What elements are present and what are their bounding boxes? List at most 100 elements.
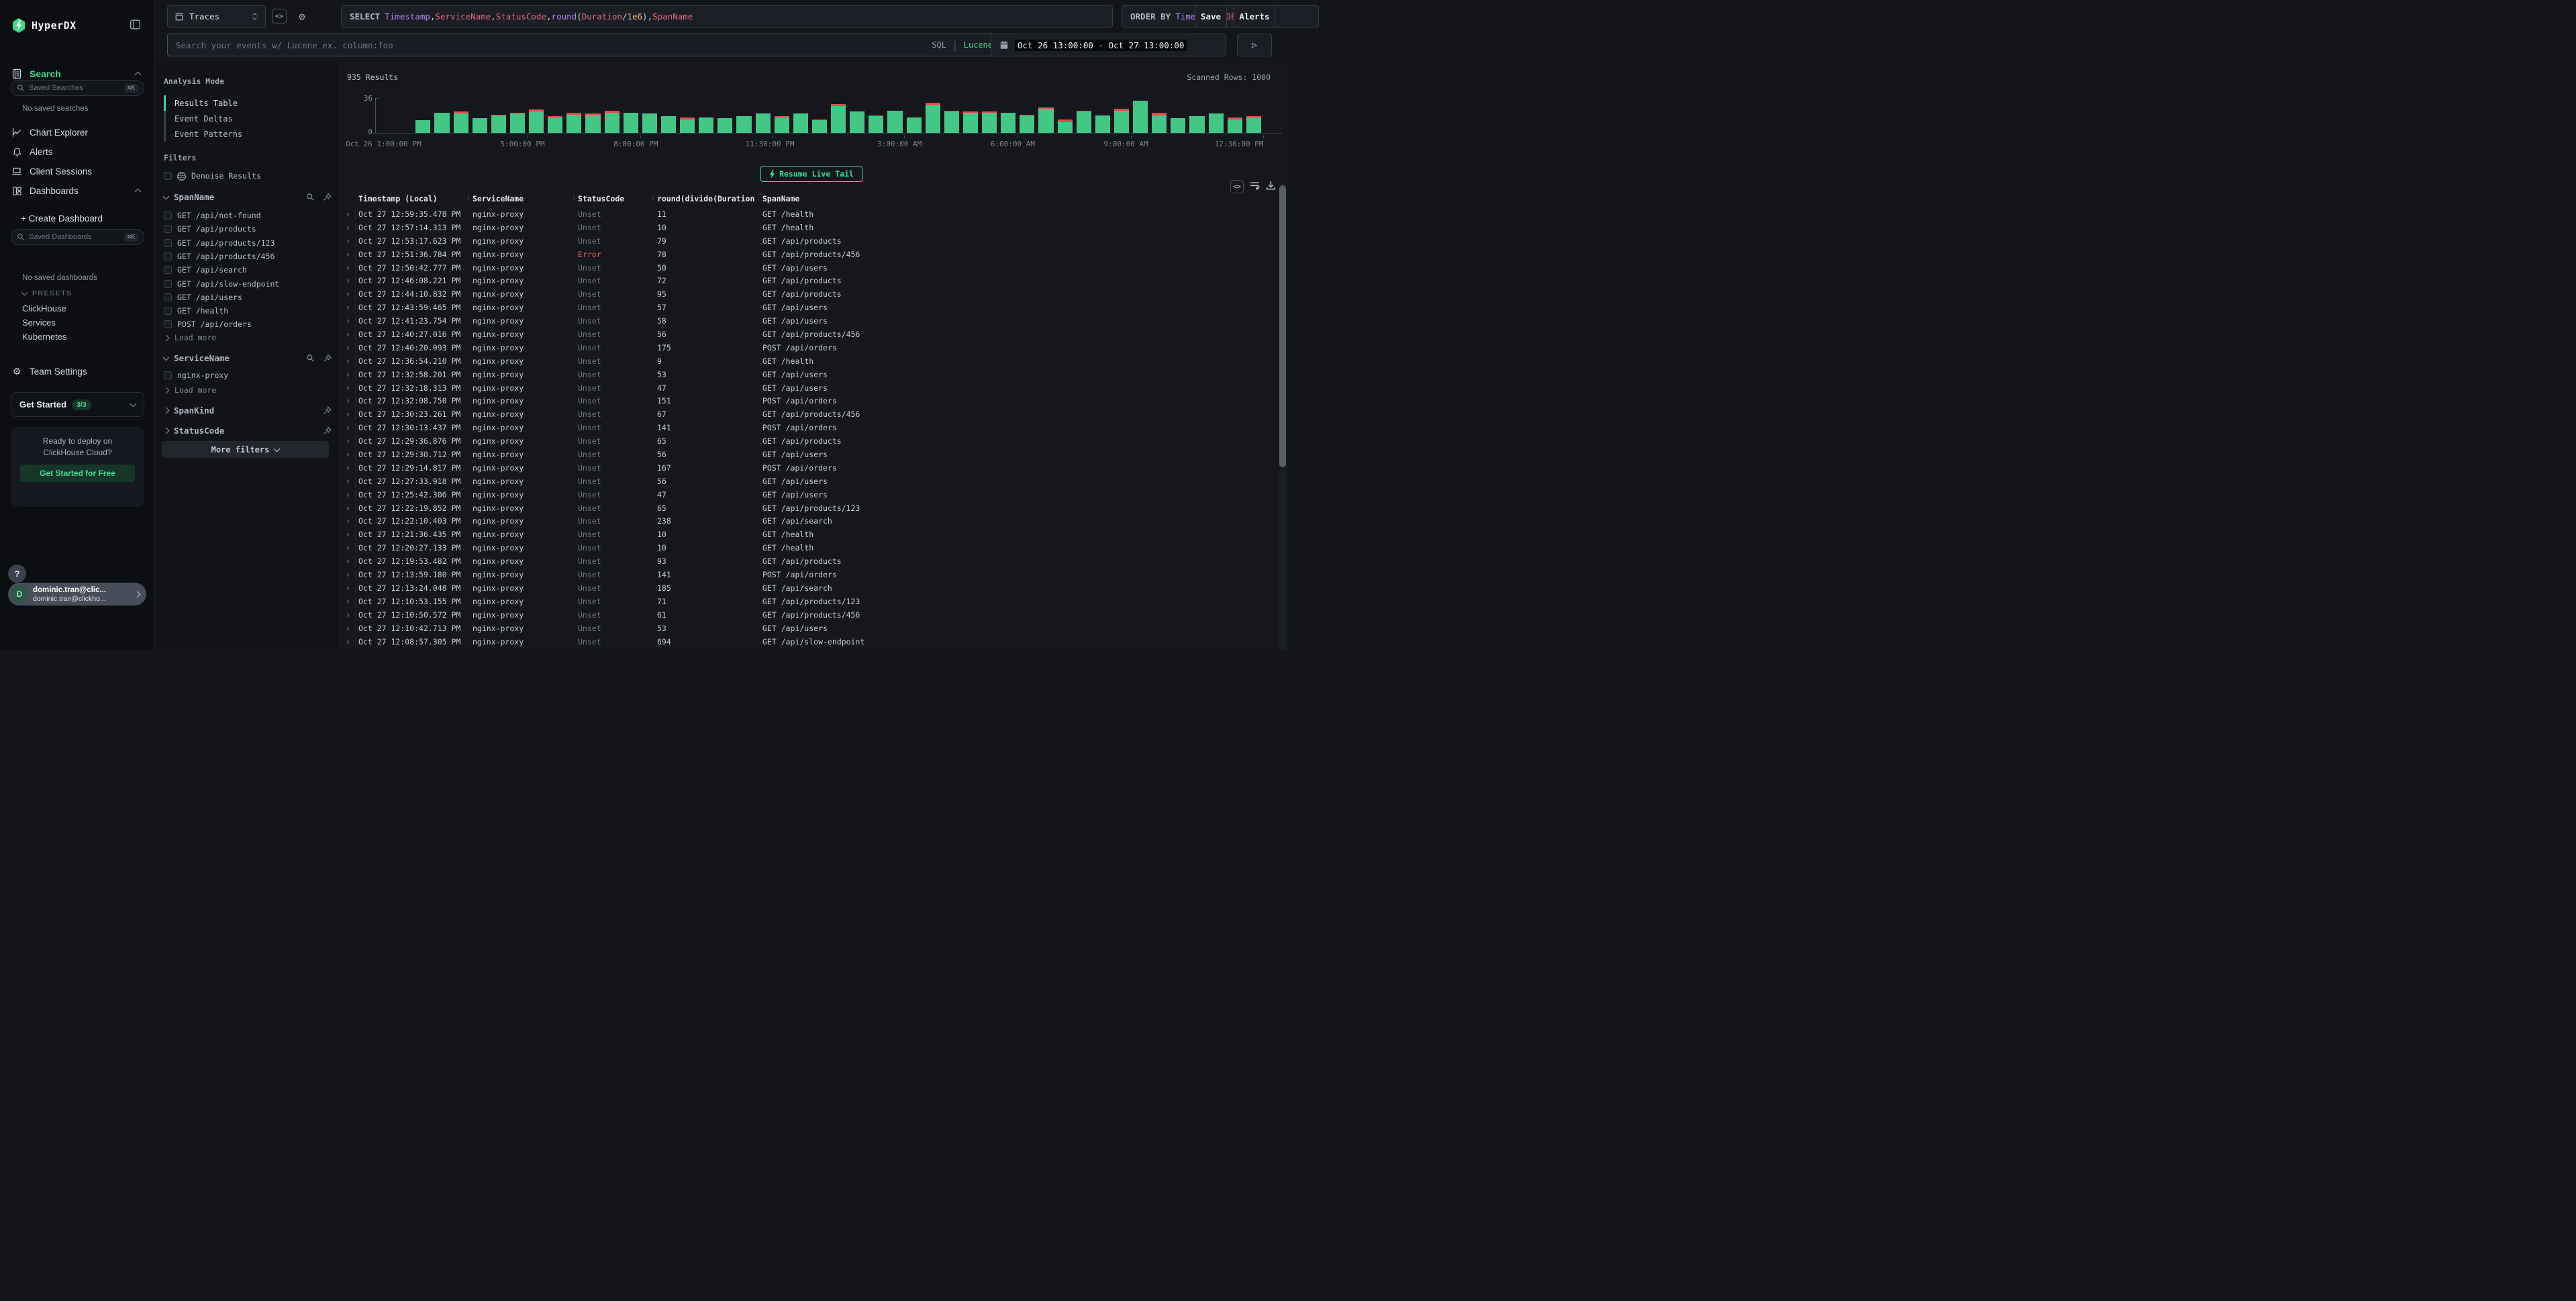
table-row[interactable]: ›Oct 27 12:13:24.048 PMnginx-proxyUnset1… xyxy=(340,582,1288,595)
table-row[interactable]: ›Oct 27 12:30:23.261 PMnginx-proxyUnset6… xyxy=(340,408,1288,422)
filter-group-spanname[interactable]: SpanName xyxy=(164,192,332,202)
row-expand-icon[interactable]: › xyxy=(346,583,350,593)
filter-option-get-api-slow-endpoint[interactable]: GET /api/slow-endpoint xyxy=(164,279,279,289)
gear-icon[interactable]: ⚙ xyxy=(295,9,309,23)
filter-group-spankind[interactable]: SpanKind xyxy=(164,405,332,416)
mode-results-table[interactable]: Results Table xyxy=(164,95,298,111)
table-row[interactable]: ›Oct 27 12:08:57.305 PMnginx-proxyUnset6… xyxy=(340,636,1288,649)
mode-event-deltas[interactable]: Event Deltas xyxy=(164,111,298,126)
wrap-lines-icon[interactable] xyxy=(1249,180,1260,191)
row-expand-icon[interactable]: › xyxy=(346,276,350,285)
filter-option-get-api-products-123[interactable]: GET /api/products/123 xyxy=(164,238,275,248)
table-row[interactable]: ›Oct 27 12:21:36.435 PMnginx-proxyUnset1… xyxy=(340,528,1288,542)
scrollbar-thumb[interactable] xyxy=(1279,185,1286,467)
table-row[interactable]: ›Oct 27 12:53:17.623 PMnginx-proxyUnset7… xyxy=(340,235,1288,248)
code-view-toggle-icon[interactable]: <> xyxy=(272,9,287,23)
row-expand-icon[interactable]: › xyxy=(346,303,350,312)
filter-group-servicename[interactable]: ServiceName xyxy=(164,353,332,363)
saved-dashboards-input[interactable]: Saved Dashboards ⌘K xyxy=(11,229,144,245)
table-row[interactable]: ›Oct 27 12:19:53.482 PMnginx-proxyUnset9… xyxy=(340,555,1288,569)
row-expand-icon[interactable]: › xyxy=(346,236,350,246)
table-row[interactable]: ›Oct 27 12:32:18.313 PMnginx-proxyUnset4… xyxy=(340,382,1288,395)
row-expand-icon[interactable]: › xyxy=(346,409,350,419)
table-row[interactable]: ›Oct 27 12:10:42.713 PMnginx-proxyUnset5… xyxy=(340,622,1288,636)
language-toggle-sql[interactable]: SQL xyxy=(932,40,946,50)
filter-group-statuscode[interactable]: StatusCode xyxy=(164,426,332,436)
row-expand-icon[interactable]: › xyxy=(346,543,350,552)
row-expand-icon[interactable]: › xyxy=(346,597,350,606)
time-range-picker[interactable]: Oct 26 13:00:00 - Oct 27 13:00:00 xyxy=(991,34,1226,56)
sidebar-item-alerts[interactable]: Alerts xyxy=(0,142,155,161)
filter-option-post-api-orders[interactable]: POST /api/orders xyxy=(164,320,252,329)
table-row[interactable]: ›Oct 27 12:43:59.465 PMnginx-proxyUnset5… xyxy=(340,301,1288,315)
table-row[interactable]: ›Oct 27 12:22:19.852 PMnginx-proxyUnset6… xyxy=(340,502,1288,516)
column-header-duration[interactable]: round(divide(Duration, xyxy=(657,194,754,203)
filter-option-get-health[interactable]: GET /health xyxy=(164,306,228,316)
table-row[interactable]: ›Oct 27 12:32:08.750 PMnginx-proxyUnset1… xyxy=(340,395,1288,408)
column-header-spanname[interactable]: SpanName xyxy=(762,194,964,203)
row-expand-icon[interactable]: › xyxy=(346,370,350,379)
row-expand-icon[interactable]: › xyxy=(346,570,350,579)
filter-option-get-api-users[interactable]: GET /api/users xyxy=(164,293,242,302)
row-expand-icon[interactable]: › xyxy=(346,530,350,539)
row-expand-icon[interactable]: › xyxy=(346,450,350,459)
sidebar-item-dashboards[interactable]: Dashboards xyxy=(0,181,155,200)
create-dashboard-button[interactable]: + Create Dashboard xyxy=(0,209,155,228)
row-expand-icon[interactable]: › xyxy=(346,557,350,566)
row-expand-icon[interactable]: › xyxy=(346,383,350,393)
user-menu[interactable]: D dominic.tran@clic... dominic.tran@clic… xyxy=(8,583,146,606)
pin-icon[interactable] xyxy=(323,354,332,363)
table-row[interactable]: ›Oct 27 12:59:35.478 PMnginx-proxyUnset1… xyxy=(340,208,1288,222)
table-row[interactable]: ›Oct 27 12:29:30.712 PMnginx-proxyUnset5… xyxy=(340,448,1288,462)
more-filters-button[interactable]: More filters xyxy=(162,441,329,458)
table-row[interactable]: ›Oct 27 12:22:10.403 PMnginx-proxyUnset2… xyxy=(340,515,1288,528)
row-expand-icon[interactable]: › xyxy=(346,503,350,513)
preset-services[interactable]: Services xyxy=(22,318,56,328)
help-button[interactable]: ? xyxy=(8,565,26,583)
row-expand-icon[interactable]: › xyxy=(346,289,350,299)
filter-option-get-api-products[interactable]: GET /api/products xyxy=(164,224,256,234)
row-expand-icon[interactable]: › xyxy=(346,209,350,219)
results-histogram[interactable]: 36 0 Oct 26 1:00:00 PM5:00:00 PM8:00:00 … xyxy=(340,89,1288,146)
table-row[interactable]: ›Oct 27 12:44:10.832 PMnginx-proxyUnset9… xyxy=(340,288,1288,301)
row-expand-icon[interactable]: › xyxy=(346,223,350,232)
save-button[interactable]: Save xyxy=(1195,5,1227,28)
preset-clickhouse[interactable]: ClickHouse xyxy=(22,303,66,314)
source-select[interactable]: Traces xyxy=(167,5,266,28)
row-expand-icon[interactable]: › xyxy=(346,490,350,499)
download-icon[interactable] xyxy=(1265,180,1277,191)
row-expand-icon[interactable]: › xyxy=(346,477,350,486)
table-row[interactable]: ›Oct 27 12:29:14.817 PMnginx-proxyUnset1… xyxy=(340,462,1288,475)
table-row[interactable]: ›Oct 27 12:50:42.777 PMnginx-proxyUnset5… xyxy=(340,262,1288,275)
table-row[interactable]: ›Oct 27 12:32:58.201 PMnginx-proxyUnset5… xyxy=(340,369,1288,382)
search-icon[interactable] xyxy=(306,193,315,201)
table-row[interactable]: ›Oct 27 12:20:27.133 PMnginx-proxyUnset1… xyxy=(340,542,1288,555)
pin-icon[interactable] xyxy=(323,406,332,415)
row-expand-icon[interactable]: › xyxy=(346,516,350,526)
table-row[interactable]: ›Oct 27 12:40:20.093 PMnginx-proxyUnset1… xyxy=(340,342,1288,355)
column-header-statuscode[interactable]: StatusCode xyxy=(578,194,649,203)
table-row[interactable]: ›Oct 27 12:36:54.210 PMnginx-proxyUnset9… xyxy=(340,355,1288,369)
table-row[interactable]: ›Oct 27 12:25:42.306 PMnginx-proxyUnset4… xyxy=(340,489,1288,502)
saved-searches-input[interactable]: Saved Searches ⌘K xyxy=(11,80,144,96)
filter-option-nginx-proxy[interactable]: nginx-proxy xyxy=(164,371,228,380)
table-row[interactable]: ›Oct 27 12:27:33.918 PMnginx-proxyUnset5… xyxy=(340,475,1288,489)
select-query-input[interactable]: SELECT Timestamp,ServiceName,StatusCode,… xyxy=(341,5,1113,28)
row-expand-icon[interactable]: › xyxy=(346,250,350,259)
row-expand-icon[interactable]: › xyxy=(346,423,350,432)
row-expand-icon[interactable]: › xyxy=(346,624,350,633)
row-expand-icon[interactable]: › xyxy=(346,316,350,326)
app-logo[interactable]: HyperDX xyxy=(11,17,77,34)
row-expand-icon[interactable]: › xyxy=(346,356,350,366)
mode-event-patterns[interactable]: Event Patterns xyxy=(164,126,298,142)
filter-option-get-api-not-found[interactable]: GET /api/not-found xyxy=(164,211,261,220)
histogram-bars[interactable] xyxy=(376,98,1282,133)
column-header-servicename[interactable]: ServiceName xyxy=(473,194,570,203)
search-icon[interactable] xyxy=(306,354,315,363)
pin-icon[interactable] xyxy=(323,193,332,201)
table-row[interactable]: ›Oct 27 12:29:36.876 PMnginx-proxyUnset6… xyxy=(340,435,1288,448)
spanname-load-more[interactable]: Load more xyxy=(164,333,216,342)
table-row[interactable]: ›Oct 27 12:40:27.016 PMnginx-proxyUnset5… xyxy=(340,328,1288,342)
table-row[interactable]: ›Oct 27 12:57:14.313 PMnginx-proxyUnset1… xyxy=(340,222,1288,235)
presets-toggle[interactable]: PRESETS xyxy=(22,289,72,297)
